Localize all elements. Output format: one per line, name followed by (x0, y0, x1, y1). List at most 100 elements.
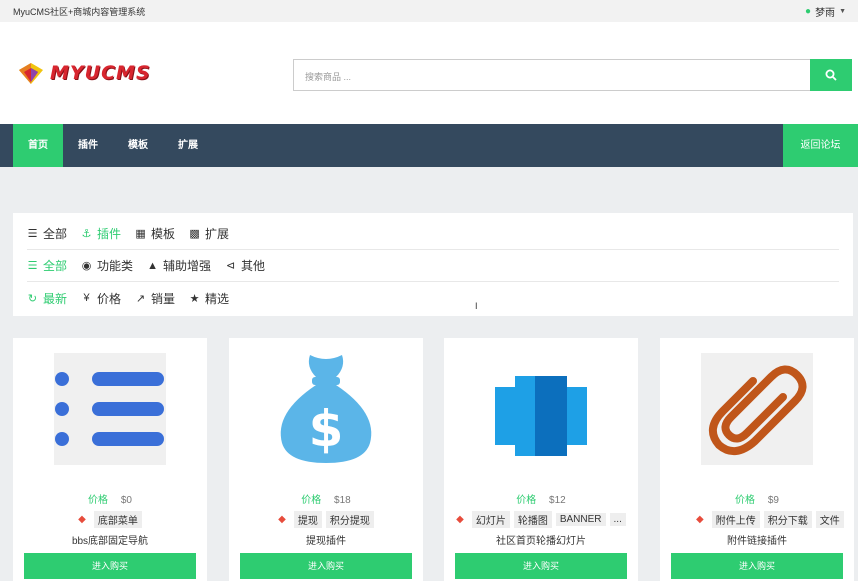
price-row: 价格 $0 (13, 491, 207, 506)
search-button[interactable] (810, 59, 852, 91)
price-label: 价格 (88, 495, 109, 506)
product-title[interactable]: 社区首页轮播幻灯片 (444, 532, 638, 547)
sort-sales[interactable]: ↗ 销量 (135, 290, 175, 307)
nav-item-home[interactable]: 首页 (13, 124, 63, 167)
product-title[interactable]: 附件链接插件 (660, 532, 854, 547)
user-name: 梦雨 (815, 8, 836, 19)
tag[interactable]: 底部菜单 (93, 511, 142, 528)
tag-list: ◆ 提现 积分提现 (229, 511, 423, 528)
price-value: $0 (120, 495, 132, 506)
price-value: $9 (767, 495, 779, 506)
yen-icon: ¥ (83, 292, 90, 304)
tag[interactable]: 提现 (293, 511, 322, 528)
star-icon: ★ (189, 292, 200, 305)
sort-price[interactable]: ¥ 价格 (81, 290, 121, 307)
tag-list: ◆ 附件上传 积分下载 文件 (660, 511, 854, 528)
tag[interactable]: 积分提现 (325, 511, 374, 528)
filter-sub-all[interactable]: ☰ 全部 (27, 257, 67, 274)
tag-icon: ◆ (78, 514, 86, 525)
share-icon: ⊲ (225, 260, 236, 272)
graduation-cap-icon: ▲ (147, 259, 158, 272)
filter-label: 功能类 (97, 259, 134, 273)
tag[interactable]: ... (609, 513, 626, 526)
filter-sub-other[interactable]: ⊲ 其他 (225, 257, 265, 274)
user-icon: ● (805, 6, 812, 17)
price-label: 价格 (301, 495, 322, 506)
filter-label: 最新 (43, 291, 68, 306)
buy-button[interactable]: 进入购买 (671, 553, 843, 579)
tag-icon: ◆ (456, 514, 464, 525)
search-input[interactable]: 搜索商品 ... (293, 59, 810, 91)
filter-label: 销量 (151, 291, 176, 306)
top-bar: MyuCMS社区+商城内容管理系统 ● 梦雨 ▼ (0, 0, 858, 22)
filter-category-plugins[interactable]: ⚓ 插件 (81, 225, 121, 242)
carousel-icon (485, 353, 597, 465)
logo-mark-icon (16, 60, 46, 86)
anchor-icon: ⚓ (81, 228, 92, 240)
nav-item-extensions[interactable]: 扩展 (168, 124, 208, 167)
price-row: 价格 $18 (229, 491, 423, 506)
filter-label: 插件 (97, 227, 122, 241)
money-bag-icon: $ (270, 353, 382, 465)
product-card[interactable]: 价格 $0 ◆ 底部菜单 bbs底部固定导航 进入购买 (13, 338, 207, 581)
tag-list: ◆ 幻灯片 轮播图 BANNER ... (444, 511, 638, 528)
product-card[interactable]: 价格 $12 ◆ 幻灯片 轮播图 BANNER ... 社区首页轮播幻灯片 进入… (444, 338, 638, 581)
nav-item-plugins[interactable]: 插件 (68, 124, 108, 167)
buy-button[interactable]: 进入购买 (24, 553, 196, 579)
back-to-forum-button[interactable]: 返回论坛 (783, 124, 858, 167)
list-icon: ☰ (27, 260, 38, 272)
nav-item-templates[interactable]: 模板 (118, 124, 158, 167)
filter-category-extensions[interactable]: ▩ 扩展 (189, 225, 229, 242)
list-menu-icon (54, 353, 166, 465)
product-title[interactable]: 提现插件 (229, 532, 423, 547)
text-cursor-icon: I (475, 301, 478, 311)
windows-icon: ▦ (135, 228, 146, 240)
sort-newest[interactable]: ↻ 最新 (27, 290, 67, 307)
tag[interactable]: 积分下载 (763, 511, 812, 528)
tag[interactable]: 轮播图 (513, 511, 552, 528)
filter-label: 全部 (43, 227, 68, 241)
tag[interactable]: 附件上传 (711, 511, 760, 528)
price-row: 价格 $12 (444, 491, 638, 506)
tag-icon: ◆ (696, 514, 704, 525)
product-card[interactable]: $ 价格 $18 ◆ 提现 积分提现 提现插件 进入购买 (229, 338, 423, 581)
user-menu[interactable]: ● 梦雨 ▼ (805, 4, 846, 19)
header: MYUCMS 搜索商品 ... (0, 22, 858, 124)
caret-down-icon: ▼ (839, 8, 846, 15)
price-value: $18 (334, 495, 351, 506)
logo[interactable]: MYUCMS (16, 60, 151, 86)
buy-button[interactable]: 进入购买 (240, 553, 412, 579)
sort-featured[interactable]: ★ 精选 (189, 290, 229, 307)
buy-button[interactable]: 进入购买 (455, 553, 627, 579)
category-filter-row: ☰ 全部 ⚓ 插件 ▦ 模板 ▩ 扩展 (27, 218, 839, 250)
search-icon (825, 69, 837, 81)
grid-icon: ▩ (189, 228, 200, 240)
main-nav: 首页 插件 模板 扩展 返回论坛 (0, 124, 858, 167)
refresh-icon: ↻ (27, 292, 38, 305)
price-label: 价格 (516, 495, 537, 506)
price-label: 价格 (735, 495, 756, 506)
subcategory-filter-row: ☰ 全部 ◉ 功能类 ▲ 辅助增强 ⊲ 其他 (27, 250, 839, 282)
product-card[interactable]: 价格 $9 ◆ 附件上传 积分下载 文件 附件链接插件 进入购买 (660, 338, 854, 581)
filter-label: 模板 (151, 227, 176, 241)
logo-text: MYUCMS (50, 62, 151, 84)
tag[interactable]: 文件 (815, 511, 844, 528)
svg-text:$: $ (309, 400, 344, 458)
line-chart-icon: ↗ (135, 292, 146, 305)
dashboard-icon: ◉ (81, 260, 92, 272)
filter-sub-function[interactable]: ◉ 功能类 (81, 257, 133, 274)
filter-sub-assist[interactable]: ▲ 辅助增强 (147, 257, 211, 274)
tag[interactable]: 幻灯片 (471, 511, 510, 528)
filter-label: 价格 (97, 291, 122, 306)
filter-label: 其他 (241, 259, 266, 273)
product-title[interactable]: bbs底部固定导航 (13, 532, 207, 547)
filter-label: 全部 (43, 259, 68, 273)
filter-panel: ☰ 全部 ⚓ 插件 ▦ 模板 ▩ 扩展 ☰ 全部 ◉ 功能类 ▲ 辅助增强 ⊲ (13, 213, 853, 316)
filter-category-templates[interactable]: ▦ 模板 (135, 225, 175, 242)
filter-category-all[interactable]: ☰ 全部 (27, 225, 67, 242)
tag-list: ◆ 底部菜单 (13, 511, 207, 528)
filter-label: 辅助增强 (163, 259, 212, 273)
paperclip-icon (701, 353, 813, 465)
sort-filter-row: ↻ 最新 ¥ 价格 ↗ 销量 ★ 精选 (27, 282, 839, 314)
tag[interactable]: BANNER (555, 513, 606, 526)
